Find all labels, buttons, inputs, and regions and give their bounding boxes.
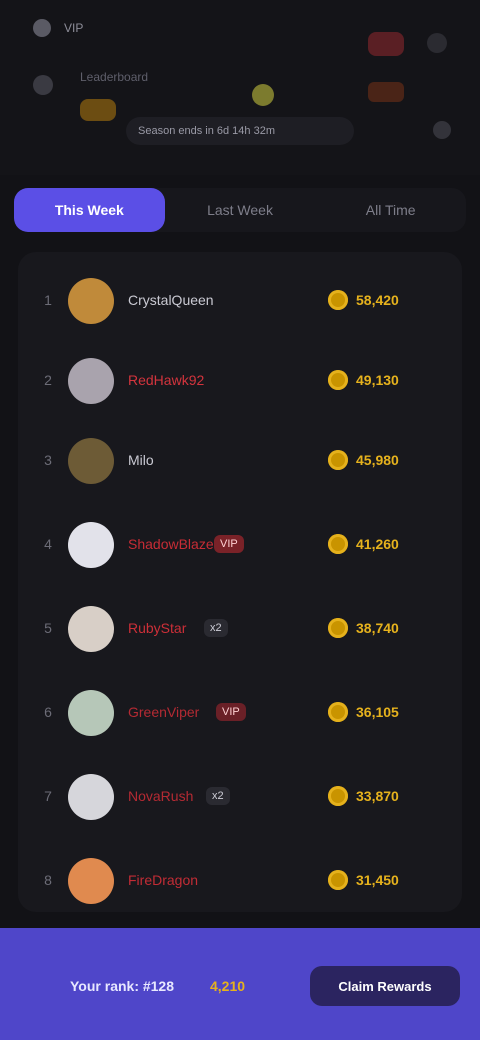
- brand-label: VIP: [64, 21, 84, 35]
- avatar: [68, 438, 114, 484]
- my-coins: 4,210: [210, 978, 246, 994]
- brand-mark: VIP: [30, 16, 83, 40]
- multiplier-badge: x2: [204, 619, 228, 637]
- player-name: FireDragon: [128, 872, 199, 888]
- claim-rewards-button[interactable]: Claim Rewards: [310, 966, 460, 1006]
- my-rank: Your rank: #128: [70, 978, 175, 994]
- rank-number: 6: [44, 704, 52, 720]
- multiplier-badge: x2: [206, 787, 230, 805]
- rank-number: 8: [44, 872, 52, 888]
- leaderboard-list: 1 CrystalQueen 58,420 2 RedHawk92 49,130…: [18, 252, 462, 912]
- badge-wrap: [366, 78, 406, 106]
- avatar: [68, 358, 114, 404]
- bell-icon[interactable]: [366, 26, 406, 62]
- balance-group[interactable]: [78, 93, 118, 125]
- avatar: [68, 522, 114, 568]
- coin-icon: [328, 370, 348, 390]
- list-item[interactable]: 6 GreenViper VIP 36,105: [18, 672, 462, 752]
- claim-rewards-label: Claim Rewards: [338, 978, 432, 994]
- player-name: Milo: [128, 452, 154, 468]
- avatar: [68, 858, 114, 904]
- rank-number: 7: [44, 788, 52, 804]
- coin-amount: 58,420: [356, 292, 399, 308]
- player-name: NovaRush: [128, 788, 194, 804]
- sparkle-icon: [248, 80, 278, 110]
- menu-button[interactable]: [424, 30, 450, 56]
- header: VIP Leaderboard Season ends in 6d 14h 32…: [0, 0, 480, 175]
- close-icon[interactable]: [430, 118, 454, 142]
- vip-badge: VIP: [216, 703, 246, 721]
- coin-amount: 31,450: [356, 872, 399, 888]
- coin-amount: 49,130: [356, 372, 399, 388]
- coin-amount: 38,740: [356, 620, 399, 636]
- user-icon[interactable]: [30, 72, 56, 98]
- user-icon-wrap[interactable]: [30, 72, 56, 98]
- player-name: RubyStar: [128, 620, 187, 636]
- coin-icon: [328, 870, 348, 890]
- player-name: GreenViper: [128, 704, 200, 720]
- tab-this-week[interactable]: This Week: [14, 188, 165, 232]
- coin-icon: [328, 450, 348, 470]
- coin-amount: 45,980: [356, 452, 399, 468]
- vip-badge: VIP: [214, 535, 244, 553]
- shield-icon: [30, 16, 54, 40]
- list-item[interactable]: 4 ShadowBlaze VIP 41,260: [18, 504, 462, 584]
- rank-number: 1: [44, 292, 52, 308]
- coin-icon: [328, 534, 348, 554]
- rank-number: 3: [44, 452, 52, 468]
- title-wrap: Leaderboard: [80, 70, 148, 84]
- rank-number: 2: [44, 372, 52, 388]
- coin-icon: [328, 618, 348, 638]
- avatar: [68, 606, 114, 652]
- player-name: ShadowBlaze: [128, 536, 214, 552]
- list-item[interactable]: 3 Milo 45,980: [18, 420, 462, 500]
- list-item[interactable]: 8 FireDragon 31,450: [18, 840, 462, 920]
- list-item[interactable]: 2 RedHawk92 49,130: [18, 340, 462, 420]
- coin-icon: [328, 702, 348, 722]
- coin-icon: [328, 786, 348, 806]
- coin-amount: 36,105: [356, 704, 399, 720]
- avatar: [68, 774, 114, 820]
- list-item[interactable]: 7 NovaRush x2 33,870: [18, 756, 462, 836]
- page-title: Leaderboard: [80, 70, 149, 84]
- tag-group: [248, 80, 278, 110]
- tab-last-week[interactable]: Last Week: [165, 188, 316, 232]
- coin-amount: 41,260: [356, 536, 399, 552]
- rank-number: 5: [44, 620, 52, 636]
- tab-all-time[interactable]: All Time: [315, 188, 466, 232]
- list-item[interactable]: 1 CrystalQueen 58,420: [18, 260, 462, 340]
- coin-amount: 33,870: [356, 788, 399, 804]
- coin-icon: [78, 93, 118, 125]
- player-name: RedHawk92: [128, 372, 205, 388]
- menu-icon[interactable]: [424, 30, 450, 56]
- season-text: Season ends in 6d 14h 32m: [138, 125, 275, 137]
- trophy-badge-icon: [366, 78, 406, 106]
- close-button[interactable]: [430, 118, 454, 142]
- rank-number: 4: [44, 536, 52, 552]
- avatar: [68, 690, 114, 736]
- coin-icon: [328, 290, 348, 310]
- avatar: [68, 278, 114, 324]
- season-pill: Season ends in 6d 14h 32m: [126, 117, 354, 145]
- list-item[interactable]: 5 RubyStar x2 38,740: [18, 588, 462, 668]
- tab-bar: This Week Last Week All Time: [14, 188, 466, 232]
- player-name: CrystalQueen: [128, 292, 214, 308]
- notification-group[interactable]: [366, 26, 406, 62]
